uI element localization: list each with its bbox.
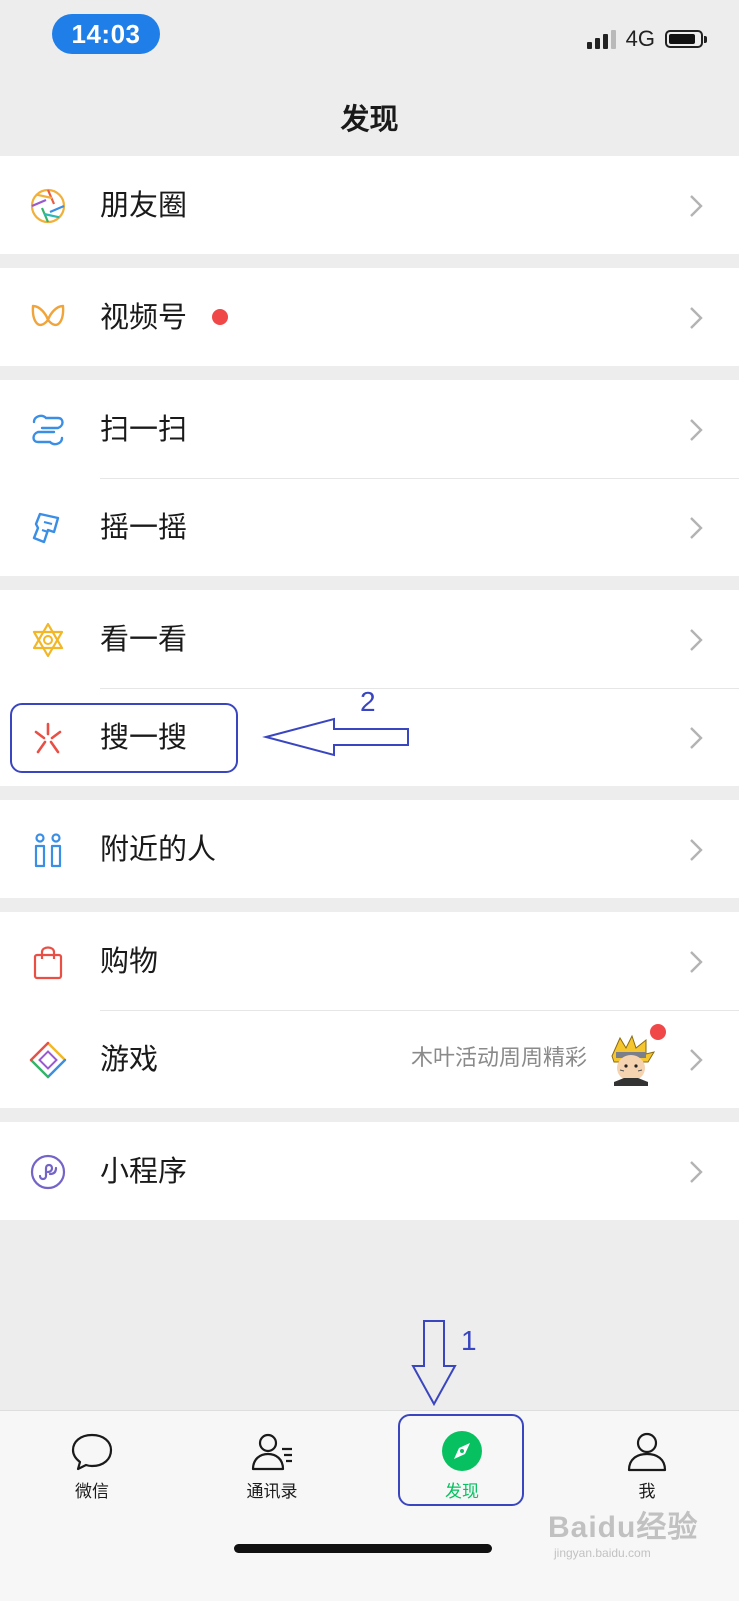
shopping-bag-icon xyxy=(28,942,68,982)
page-title: 发现 xyxy=(340,102,399,136)
chat-bubble-icon xyxy=(70,1429,114,1473)
chevron-right-icon xyxy=(688,305,704,331)
tab-label: 我 xyxy=(638,1482,656,1502)
menu-item-label: 小程序 xyxy=(100,1154,188,1188)
tab-label: 通讯录 xyxy=(246,1482,298,1502)
menu-item-scan[interactable]: 扫一扫 xyxy=(0,380,739,478)
group-nearby: 附近的人 xyxy=(0,800,739,898)
tab-me[interactable]: 我 xyxy=(587,1411,707,1511)
game-avatar-image xyxy=(606,1034,656,1086)
menu-item-shopping[interactable]: 购物 xyxy=(0,912,739,1010)
group-mini-programs: 小程序 xyxy=(0,1122,739,1220)
contacts-icon xyxy=(250,1429,294,1473)
chevron-right-icon xyxy=(688,627,704,653)
chevron-right-icon xyxy=(688,1047,704,1073)
status-bar: 14:03 4G xyxy=(0,0,739,80)
annotation-arrow-left-icon xyxy=(262,717,409,757)
menu-item-label: 视频号 xyxy=(100,300,188,334)
chevron-right-icon xyxy=(688,725,704,751)
people-nearby-icon xyxy=(28,830,68,870)
menu-item-label: 购物 xyxy=(100,944,159,978)
person-icon xyxy=(625,1429,669,1473)
cellular-signal-icon xyxy=(586,29,616,49)
status-indicators: 4G xyxy=(586,26,707,52)
new-content-badge xyxy=(650,1024,666,1040)
tab-chats[interactable]: 微信 xyxy=(32,1411,152,1511)
menu-item-label: 游戏 xyxy=(100,1042,159,1076)
network-type: 4G xyxy=(625,26,655,51)
menu-item-games[interactable]: 游戏 木叶活动周周精彩 xyxy=(0,1010,739,1108)
group-channels: 视频号 xyxy=(0,268,739,366)
group-shopping-games: 购物 游戏 木叶活动周周精彩 xyxy=(0,912,739,1108)
chevron-right-icon xyxy=(688,193,704,219)
menu-item-mini-programs[interactable]: 小程序 xyxy=(0,1122,739,1220)
annotation-number-2: 2 xyxy=(360,686,376,717)
menu-item-moments[interactable]: 朋友圈 xyxy=(0,156,739,254)
menu-item-top-stories[interactable]: 看一看 xyxy=(0,590,739,688)
battery-icon xyxy=(665,30,707,48)
new-content-badge xyxy=(212,309,228,325)
chevron-right-icon xyxy=(688,837,704,863)
chevron-right-icon xyxy=(688,515,704,541)
scan-icon xyxy=(28,410,68,450)
shake-icon xyxy=(28,508,68,548)
watermark-sub: jingyan.baidu.com xyxy=(554,1546,651,1560)
watermark-main: Baidu经验 xyxy=(548,1511,699,1544)
menu-item-channels[interactable]: 视频号 xyxy=(0,268,739,366)
games-promo-text: 木叶活动周周精彩 xyxy=(410,1046,587,1071)
channels-icon xyxy=(28,298,68,338)
menu-item-shake[interactable]: 摇一摇 xyxy=(0,478,739,576)
chevron-right-icon xyxy=(688,949,704,975)
annotation-arrow-down-icon xyxy=(411,1320,457,1407)
menu-item-people-nearby[interactable]: 附近的人 xyxy=(0,800,739,898)
status-time: 14:03 xyxy=(52,14,160,54)
menu-item-label: 摇一摇 xyxy=(100,510,188,544)
home-indicator[interactable] xyxy=(234,1544,492,1553)
menu-item-label: 看一看 xyxy=(100,622,188,656)
games-icon xyxy=(28,1040,68,1080)
moments-icon xyxy=(28,186,68,226)
menu-item-label: 扫一扫 xyxy=(100,412,188,446)
group-scan-shake: 扫一扫 摇一摇 xyxy=(0,380,739,576)
tab-label: 微信 xyxy=(75,1482,109,1502)
chevron-right-icon xyxy=(688,417,704,443)
mini-programs-icon xyxy=(28,1152,68,1192)
menu-item-label: 附近的人 xyxy=(100,832,217,866)
group-moments: 朋友圈 xyxy=(0,156,739,254)
chevron-right-icon xyxy=(688,1159,704,1185)
tab-contacts[interactable]: 通讯录 xyxy=(212,1411,332,1511)
annotation-highlight-discover-tab xyxy=(398,1414,524,1506)
top-stories-icon xyxy=(28,620,68,660)
annotation-highlight-search xyxy=(10,703,238,773)
watermark: Baidu经验 jingyan.baidu.com xyxy=(548,1502,698,1560)
annotation-number-1: 1 xyxy=(461,1325,477,1356)
menu-item-label: 朋友圈 xyxy=(100,188,188,222)
